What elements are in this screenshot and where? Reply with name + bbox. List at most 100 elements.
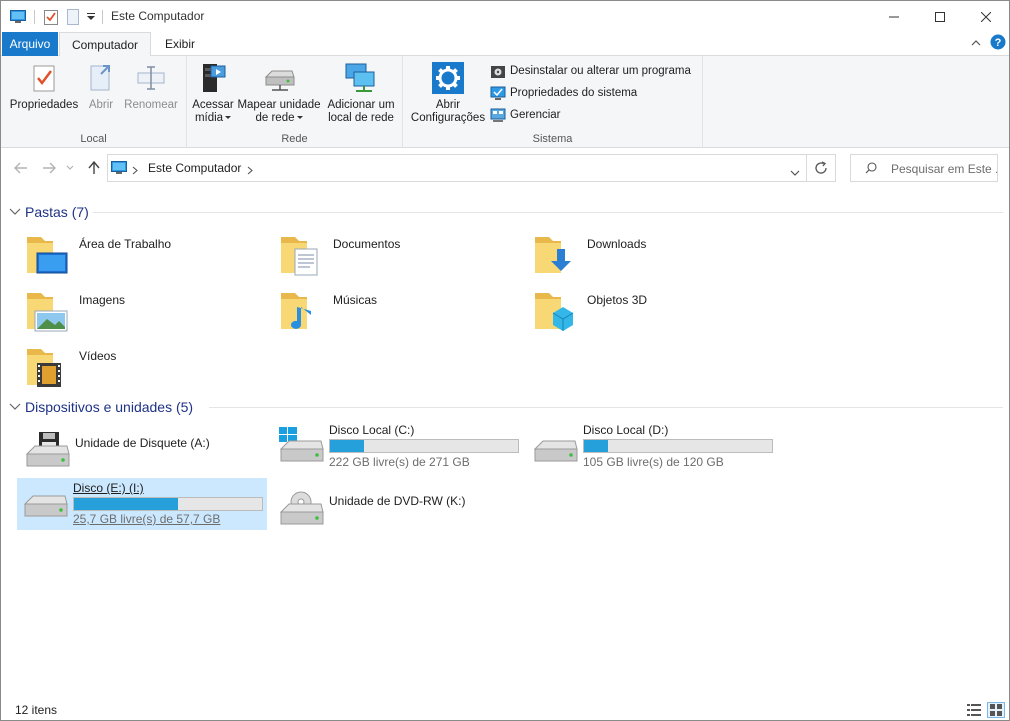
folder-item[interactable]: Downloads: [531, 231, 771, 281]
dropdown-caret-icon: [225, 116, 232, 120]
dvd-drive-icon: DVD: [277, 490, 325, 534]
folder-item[interactable]: Músicas: [277, 287, 517, 337]
drive-name: Disco (E:) (I:): [73, 481, 144, 495]
computer-icon: [111, 161, 127, 178]
drive-free-space: 105 GB livre(s) de 120 GB: [583, 455, 724, 469]
breadcrumb-chevron-icon[interactable]: [132, 164, 138, 178]
minimize-button[interactable]: [871, 1, 917, 32]
videos-folder-icon: [23, 343, 73, 393]
status-bar: 12 itens: [1, 699, 1009, 720]
windows-drive-icon: [277, 427, 325, 471]
rename-label: Renomear: [124, 99, 178, 111]
section-header-devices[interactable]: Dispositivos e unidades (5): [9, 397, 193, 417]
properties-label: Propriedades: [9, 99, 79, 111]
tab-view[interactable]: Exibir: [155, 32, 205, 56]
new-folder-icon[interactable]: [65, 8, 81, 26]
map-drive-label-1: Mapear unidade: [237, 99, 321, 111]
music-folder-icon: [277, 287, 327, 337]
folder-item[interactable]: Área de Trabalho: [23, 231, 263, 281]
forward-arrow-icon[interactable]: [39, 158, 59, 178]
ribbon-group-label: Sistema: [532, 133, 573, 145]
ribbon-group-network: Acessar mídia Mapear unidade de rede Adi…: [187, 56, 403, 148]
drive-item[interactable]: Unidade de Disquete (A:): [19, 428, 269, 478]
open-settings-button[interactable]: Abrir Configurações: [407, 60, 489, 125]
manage-button[interactable]: Gerenciar: [490, 105, 561, 125]
drive-item[interactable]: Disco Local (D:) 105 GB livre(s) de 120 G…: [527, 423, 777, 473]
back-arrow-icon[interactable]: [11, 158, 31, 178]
tiles-view-icon[interactable]: [987, 702, 1005, 718]
address-history-chevron-icon[interactable]: [790, 165, 800, 179]
collapse-chevron-icon: [9, 208, 21, 215]
section-divider: [93, 212, 1003, 213]
drive-item[interactable]: Disco (E:) (I:) 25,7 GB livre(s) de 57,7 …: [17, 478, 267, 530]
network-location-icon: [323, 60, 399, 96]
section-title: Dispositivos e unidades (5): [25, 399, 194, 415]
3d-objects-folder-icon: [531, 287, 581, 337]
properties-check-icon[interactable]: [42, 8, 60, 26]
access-media-button[interactable]: Acessar mídia: [191, 60, 235, 125]
access-media-label-1: Acessar: [192, 99, 234, 111]
maximize-button[interactable]: [917, 1, 963, 32]
ribbon-group-label: Local: [80, 133, 107, 145]
manage-icon: [490, 107, 506, 123]
properties-button[interactable]: Propriedades: [7, 60, 81, 112]
collapse-ribbon-chevron-icon[interactable]: [971, 37, 981, 51]
ribbon: Propriedades Abrir Renomear Local Acessa…: [1, 56, 1009, 148]
folder-item[interactable]: Documentos: [277, 231, 517, 281]
system-properties-label: Propriedades do sistema: [510, 87, 638, 99]
uninstall-label: Desinstalar ou alterar um programa: [510, 65, 691, 77]
drive-item[interactable]: DVD Unidade de DVD-RW (K:): [273, 486, 523, 536]
map-network-drive-button[interactable]: Mapear unidade de rede: [235, 60, 323, 125]
details-view-icon[interactable]: [965, 702, 983, 718]
computer-icon[interactable]: [9, 8, 27, 26]
add-location-label-1: Adicionar um: [327, 99, 395, 111]
add-network-location-button[interactable]: Adicionar um local de rede: [323, 60, 399, 125]
folder-label: Músicas: [333, 293, 378, 307]
system-properties-button[interactable]: Propriedades do sistema: [490, 83, 637, 103]
open-button[interactable]: Abrir: [83, 60, 119, 112]
tab-file[interactable]: Arquivo: [2, 32, 58, 56]
refresh-icon: [815, 161, 827, 174]
dropdown-caret-icon: [296, 116, 303, 120]
manage-label: Gerenciar: [510, 109, 561, 121]
drive-usage-fill: [74, 498, 179, 510]
explorer-window: Este Computador Arquivo Computador Exibi…: [0, 0, 1010, 721]
close-button[interactable]: [963, 1, 1009, 32]
rename-button[interactable]: Renomear: [121, 60, 181, 112]
drive-usage-bar: [73, 497, 263, 511]
search-icon: [865, 162, 877, 177]
ribbon-group-local: Propriedades Abrir Renomear Local: [1, 56, 187, 148]
customize-quick-access-chevron-icon[interactable]: [85, 8, 97, 26]
drive-free-space: 222 GB livre(s) de 271 GB: [329, 455, 470, 469]
ribbon-group-label: Rede: [281, 133, 308, 145]
drive-name: Unidade de Disquete (A:): [75, 436, 210, 450]
documents-folder-icon: [277, 231, 327, 281]
search-input[interactable]: Pesquisar em Este ...: [850, 154, 998, 182]
pictures-folder-icon: [23, 287, 73, 337]
folder-item[interactable]: Imagens: [23, 287, 263, 337]
drive-item[interactable]: Disco Local (C:) 222 GB livre(s) de 271 G…: [273, 423, 523, 473]
ribbon-tab-row: Arquivo Computador Exibir ?: [1, 32, 1009, 57]
section-header-folders[interactable]: Pastas (7): [9, 202, 89, 222]
breadcrumb-this-pc[interactable]: Este Computador: [148, 161, 241, 175]
drive-free-space: 25,7 GB livre(s) de 57,7 GB: [73, 512, 221, 526]
drive-name: Disco Local (D:): [583, 423, 669, 437]
item-count: 12 itens: [15, 703, 58, 717]
recent-locations-chevron-icon[interactable]: [63, 158, 77, 178]
tab-computer[interactable]: Computador: [59, 32, 151, 57]
rename-icon: [121, 60, 181, 96]
folder-item[interactable]: Vídeos: [23, 343, 263, 393]
folder-item[interactable]: Objetos 3D: [531, 287, 771, 337]
address-bar[interactable]: Este Computador: [107, 154, 807, 182]
up-arrow-icon[interactable]: [84, 158, 104, 178]
hard-drive-icon: [531, 427, 579, 471]
drive-usage-bar: [329, 439, 519, 453]
folder-label: Downloads: [587, 237, 647, 251]
help-icon[interactable]: ?: [990, 34, 1006, 53]
breadcrumb-chevron-icon[interactable]: [247, 164, 253, 178]
properties-icon: [7, 60, 81, 96]
folder-label: Objetos 3D: [587, 293, 648, 307]
uninstall-program-button[interactable]: Desinstalar ou alterar um programa: [490, 61, 691, 81]
refresh-button[interactable]: [807, 154, 836, 182]
downloads-folder-icon: [531, 231, 581, 281]
